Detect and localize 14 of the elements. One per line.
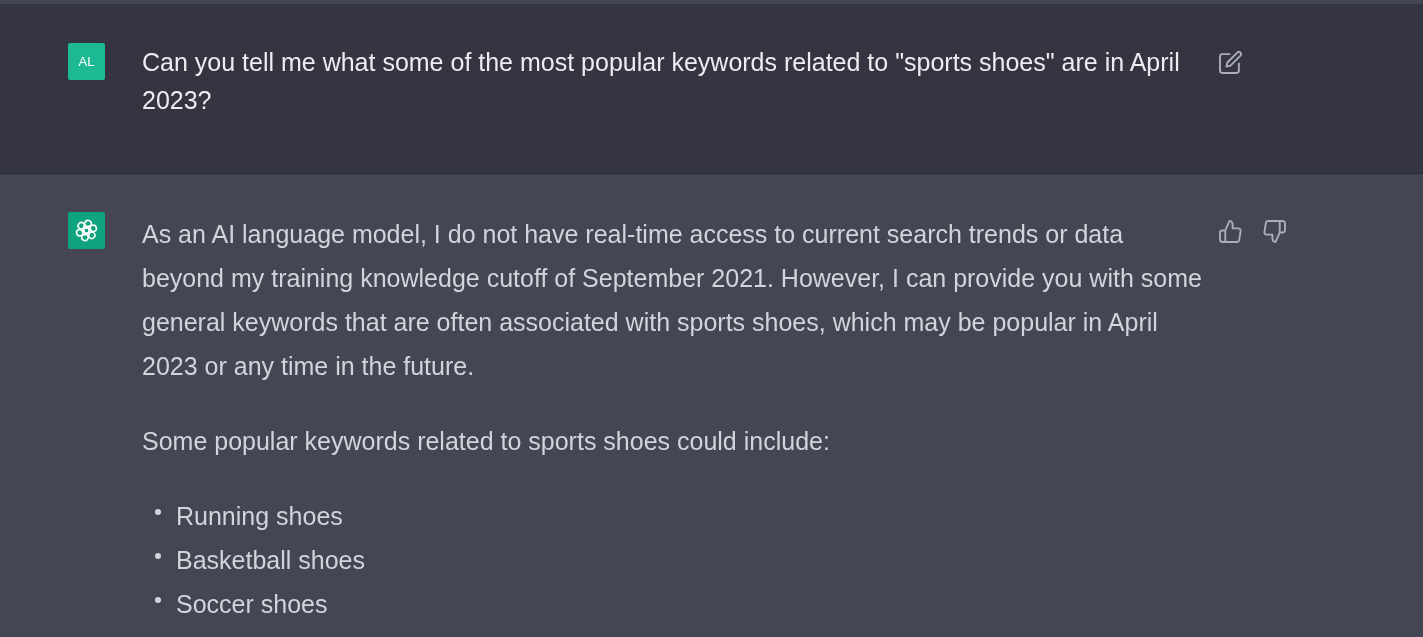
- message-text: As an AI language model, I do not have real-time access to current search trends or data beyond my training knowledge cutoff of September 2021. However, I can provide you with some general keywords that are often associated with sports shoes, which may be popular in April 2023 or any time in the future.: [142, 219, 1203, 382]
- bullet-icon: [155, 509, 161, 515]
- assistant-avatar-icon: [68, 212, 105, 249]
- bullet-icon: [155, 597, 161, 603]
- message-text: Can you tell me what some of the most popular keywords related to "sports shoes" are in April 2023?: [142, 47, 1181, 116]
- list-item-text: Soccer shoes: [176, 589, 328, 620]
- edit-icon[interactable]: [1219, 51, 1242, 74]
- thumbs-up-icon[interactable]: [1219, 220, 1242, 243]
- bullet-icon: [155, 553, 161, 559]
- user-avatar: AL: [68, 43, 105, 80]
- list-item-text: Running shoes: [176, 501, 343, 532]
- list-item-text: Basketball shoes: [176, 545, 365, 576]
- thumbs-down-icon[interactable]: [1263, 220, 1286, 243]
- message-text: Some popular keywords related to sports shoes could include:: [142, 426, 831, 457]
